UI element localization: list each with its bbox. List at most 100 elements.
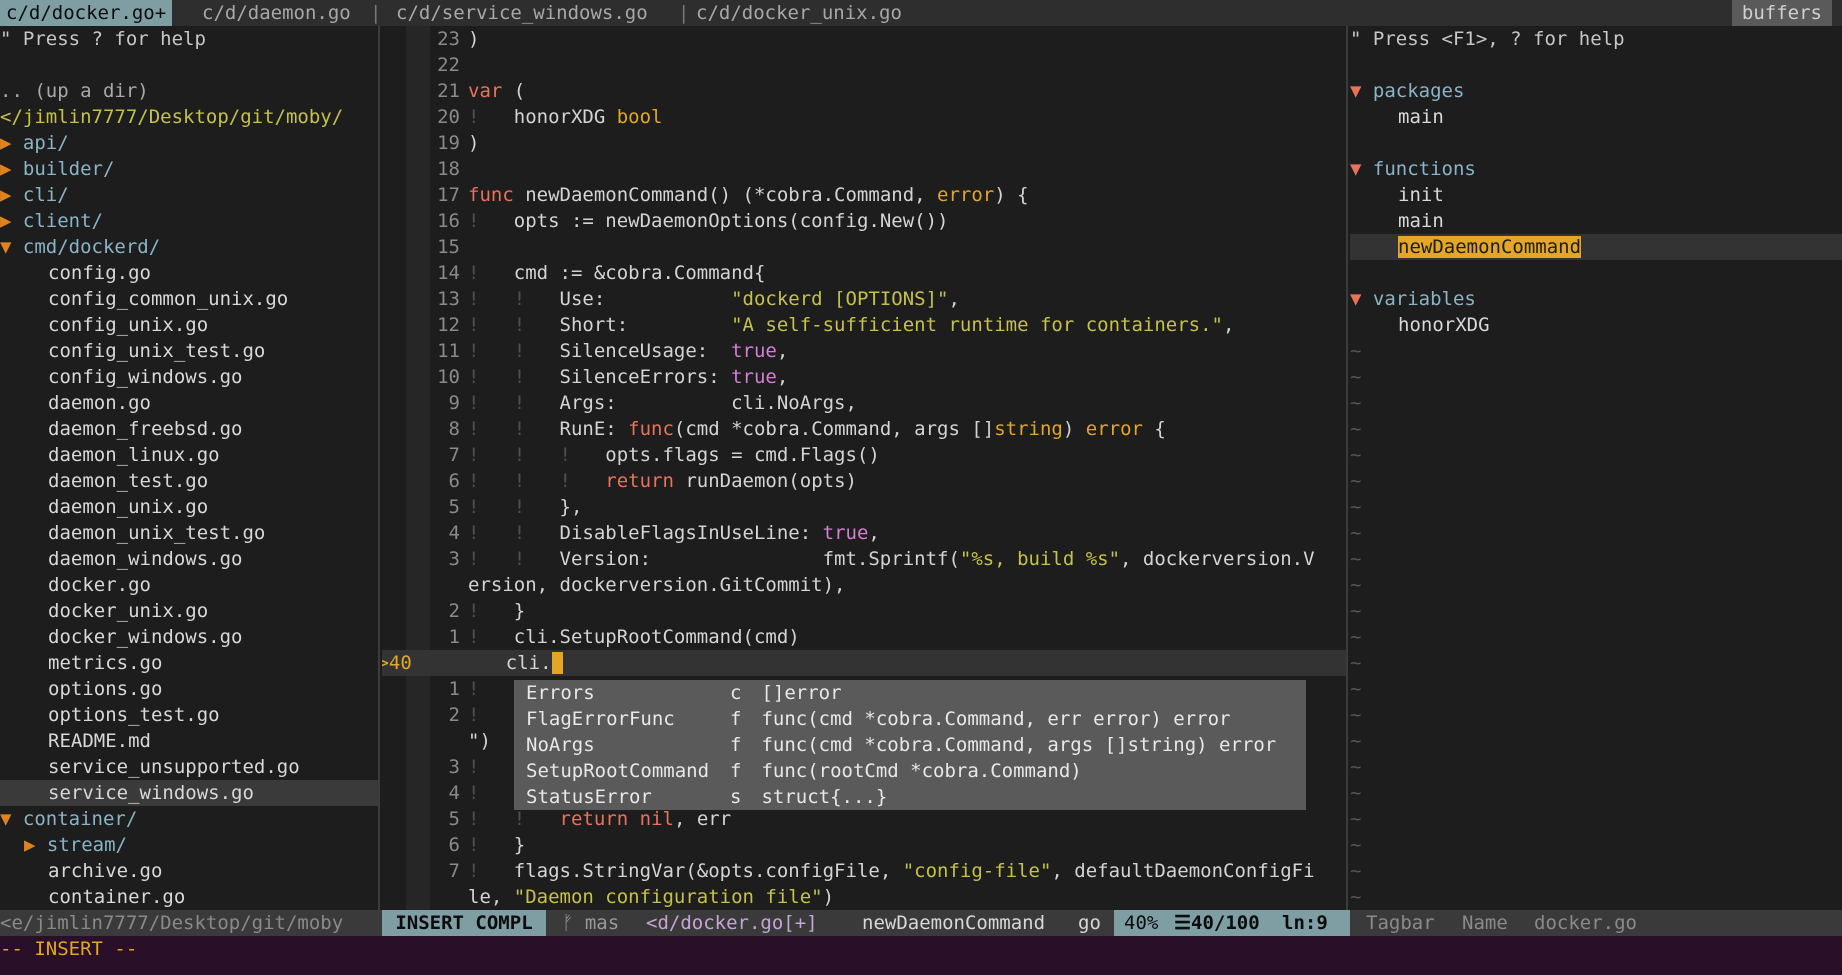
code-line[interactable]: 5 ! ! }, xyxy=(382,494,1346,520)
tagbar-group-variables[interactable]: ▼ variables xyxy=(1350,286,1842,312)
code-line[interactable]: 2 ! } xyxy=(382,598,1346,624)
tab-service-windows-go[interactable]: c/d/service_windows.go xyxy=(390,0,654,26)
fold-open-icon[interactable]: ▼ xyxy=(1350,80,1361,102)
code-line[interactable]: 21 var ( xyxy=(382,78,1346,104)
tree-file[interactable]: config_unix.go xyxy=(0,312,378,338)
code-line[interactable]: 17 func newDaemonCommand() (*cobra.Comman… xyxy=(382,182,1346,208)
collapsed-arrow-icon[interactable]: ▶ xyxy=(0,158,11,180)
split-divider[interactable] xyxy=(378,26,380,910)
split-divider[interactable] xyxy=(1346,26,1348,910)
code-line[interactable]: 7 ! flags.StringVar(&opts.configFile, "co… xyxy=(382,858,1346,884)
tree-file[interactable]: docker.go xyxy=(0,572,378,598)
tagbar-item[interactable]: main xyxy=(1350,104,1842,130)
code-line[interactable]: 7 ! ! ! opts.flags = cmd.Flags() xyxy=(382,442,1346,468)
completion-item[interactable]: NoArgs f func(cmd *cobra.Command, args []… xyxy=(514,732,1306,758)
tree-file[interactable]: daemon_unix.go xyxy=(0,494,378,520)
tree-file[interactable]: config_windows.go xyxy=(0,364,378,390)
tagbar-group-functions[interactable]: ▼ functions xyxy=(1350,156,1842,182)
tree-directory[interactable]: ▼ container/ xyxy=(0,806,378,832)
code-line[interactable]: 6 ! } xyxy=(382,832,1346,858)
code-line[interactable]: 23) xyxy=(382,26,1346,52)
file-tree-pane[interactable]: " Press ? for help .. (up a dir) </jimli… xyxy=(0,26,378,910)
tree-file[interactable]: service_unsupported.go xyxy=(0,754,378,780)
tree-file[interactable]: daemon_unix_test.go xyxy=(0,520,378,546)
completion-item[interactable]: Errors c []error xyxy=(514,680,1306,706)
collapsed-arrow-icon[interactable]: ▶ xyxy=(0,834,35,856)
code-line[interactable]: 15 xyxy=(382,234,1346,260)
code-line[interactable]: 4 ! ! DisableFlagsInUseLine: true, xyxy=(382,520,1346,546)
code-line[interactable]: 9 ! ! Args: cli.NoArgs, xyxy=(382,390,1346,416)
code-line[interactable]: 6 ! ! ! return runDaemon(opts) xyxy=(382,468,1346,494)
command-line[interactable]: -- INSERT -- xyxy=(0,936,1842,975)
tree-file[interactable]: service_windows.go xyxy=(0,780,378,806)
completion-popup[interactable]: Errors c []error FlagErrorFunc f func(cmd *… xyxy=(514,680,1306,810)
code-line[interactable]: >>40 cli. xyxy=(382,650,1346,676)
tree-file[interactable]: config_common_unix.go xyxy=(0,286,378,312)
tagbar-group-packages[interactable]: ▼ packages xyxy=(1350,78,1842,104)
code-line[interactable]: 16 ! opts := newDaemonOptions(config.New(… xyxy=(382,208,1346,234)
code-line[interactable]: 13 ! ! Use: "dockerd [OPTIONS]", xyxy=(382,286,1346,312)
tree-directory[interactable]: ▼ cmd/dockerd/ xyxy=(0,234,378,260)
collapsed-arrow-icon[interactable]: ▶ xyxy=(0,132,11,154)
completion-kind: c xyxy=(730,682,742,704)
tree-file[interactable]: daemon_freebsd.go xyxy=(0,416,378,442)
completion-name: FlagErrorFunc xyxy=(526,708,675,730)
tree-file[interactable]: docker_unix.go xyxy=(0,598,378,624)
collapsed-arrow-icon[interactable]: ▶ xyxy=(0,184,11,206)
tree-file[interactable]: README.md xyxy=(0,728,378,754)
completion-item[interactable]: SetupRootCommand f func(rootCmd *cobra.Co… xyxy=(514,758,1306,784)
fold-open-icon[interactable]: ▼ xyxy=(1350,158,1361,180)
completion-signature: func(cmd *cobra.Command, err error) erro… xyxy=(761,708,1231,730)
tree-file[interactable]: archive.go xyxy=(0,858,378,884)
tagbar-item[interactable]: newDaemonCommand xyxy=(1350,234,1842,260)
tree-directory[interactable]: ▶ cli/ xyxy=(0,182,378,208)
code-line[interactable]: 8 ! ! RunE: func(cmd *cobra.Command, args… xyxy=(382,416,1346,442)
tree-file[interactable]: daemon_windows.go xyxy=(0,546,378,572)
code-line[interactable]: 18 xyxy=(382,156,1346,182)
tab-docker-unix-go[interactable]: c/d/docker_unix.go xyxy=(690,0,908,26)
empty-line-marker: ~ xyxy=(1350,340,1362,362)
tree-file[interactable]: daemon.go xyxy=(0,390,378,416)
code-line[interactable]: 20 ! honorXDG bool xyxy=(382,104,1346,130)
fold-open-icon[interactable]: ▼ xyxy=(1350,288,1361,310)
completion-item[interactable]: StatusError s struct{...} xyxy=(514,784,1306,810)
tree-file[interactable]: metrics.go xyxy=(0,650,378,676)
tagbar-item[interactable]: init xyxy=(1350,182,1842,208)
tree-directory-name: stream/ xyxy=(46,834,127,856)
tree-directory[interactable]: ▶ client/ xyxy=(0,208,378,234)
empty-line-marker: ~ xyxy=(1350,730,1362,752)
tree-directory[interactable]: ▶ builder/ xyxy=(0,156,378,182)
code-line[interactable]: 10 ! ! SilenceErrors: true, xyxy=(382,364,1346,390)
code-line[interactable]: le, "Daemon configuration file") xyxy=(382,884,1346,910)
tagbar-pane[interactable]: " Press <F1>, ? for help ▼ packages main ▼… xyxy=(1350,26,1842,910)
code-line[interactable]: 22 xyxy=(382,52,1346,78)
code-line[interactable]: 1 ! cli.SetupRootCommand(cmd) xyxy=(382,624,1346,650)
line-number: 8 xyxy=(448,418,460,440)
code-line[interactable]: 19) xyxy=(382,130,1346,156)
tab-daemon-go[interactable]: c/d/daemon.go xyxy=(196,0,357,26)
code-line[interactable]: 11 ! ! SilenceUsage: true, xyxy=(382,338,1346,364)
tree-file[interactable]: config.go xyxy=(0,260,378,286)
expanded-arrow-icon[interactable]: ▼ xyxy=(0,808,11,830)
tree-up-dir[interactable]: .. (up a dir) xyxy=(0,78,378,104)
tree-directory[interactable]: ▶ stream/ xyxy=(0,832,378,858)
tree-file[interactable]: daemon_test.go xyxy=(0,468,378,494)
tagbar-item[interactable]: main xyxy=(1350,208,1842,234)
tree-directory[interactable]: ▶ api/ xyxy=(0,130,378,156)
tagbar-item[interactable]: honorXDG xyxy=(1350,312,1842,338)
tree-file[interactable]: container.go xyxy=(0,884,378,910)
code-line[interactable]: 3 ! ! Version: fmt.Sprintf("%s, build %s"… xyxy=(382,546,1346,572)
tree-file[interactable]: docker_windows.go xyxy=(0,624,378,650)
code-line[interactable]: 12 ! ! Short: "A self-sufficient runtime … xyxy=(382,312,1346,338)
tree-file[interactable]: options.go xyxy=(0,676,378,702)
tree-file[interactable]: daemon_linux.go xyxy=(0,442,378,468)
collapsed-arrow-icon[interactable]: ▶ xyxy=(0,210,11,232)
completion-item[interactable]: FlagErrorFunc f func(cmd *cobra.Command, … xyxy=(514,706,1306,732)
code-line[interactable]: ersion, dockerversion.GitCommit), xyxy=(382,572,1346,598)
expanded-arrow-icon[interactable]: ▼ xyxy=(0,236,11,258)
code-line[interactable]: 14 ! cmd := &cobra.Command{ xyxy=(382,260,1346,286)
tree-file[interactable]: options_test.go xyxy=(0,702,378,728)
buffers-button[interactable]: buffers xyxy=(1731,0,1832,26)
tab-docker-go[interactable]: c/d/docker.go+ xyxy=(0,0,173,26)
tree-file[interactable]: config_unix_test.go xyxy=(0,338,378,364)
